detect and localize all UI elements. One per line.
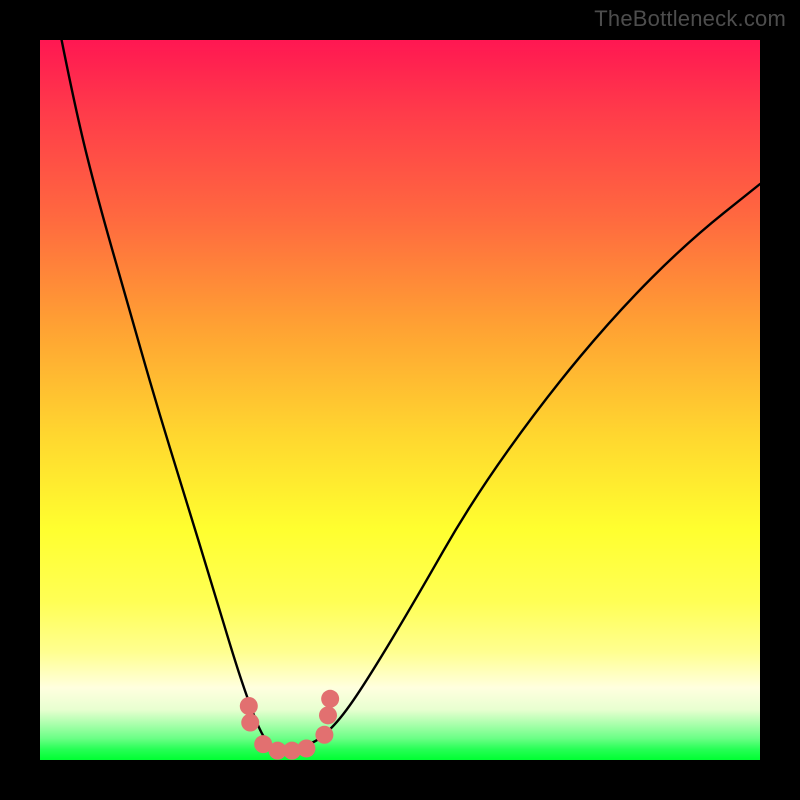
curve-markers: [240, 690, 339, 760]
curve-marker: [315, 726, 333, 744]
curve-marker: [297, 739, 315, 757]
chart-svg: [40, 40, 760, 760]
curve-marker: [241, 714, 259, 732]
bottleneck-curve: [62, 40, 760, 753]
watermark-text: TheBottleneck.com: [594, 6, 786, 32]
plot-area: [40, 40, 760, 760]
curve-marker: [240, 697, 258, 715]
curve-marker: [321, 690, 339, 708]
chart-frame: TheBottleneck.com: [0, 0, 800, 800]
curve-marker: [319, 706, 337, 724]
